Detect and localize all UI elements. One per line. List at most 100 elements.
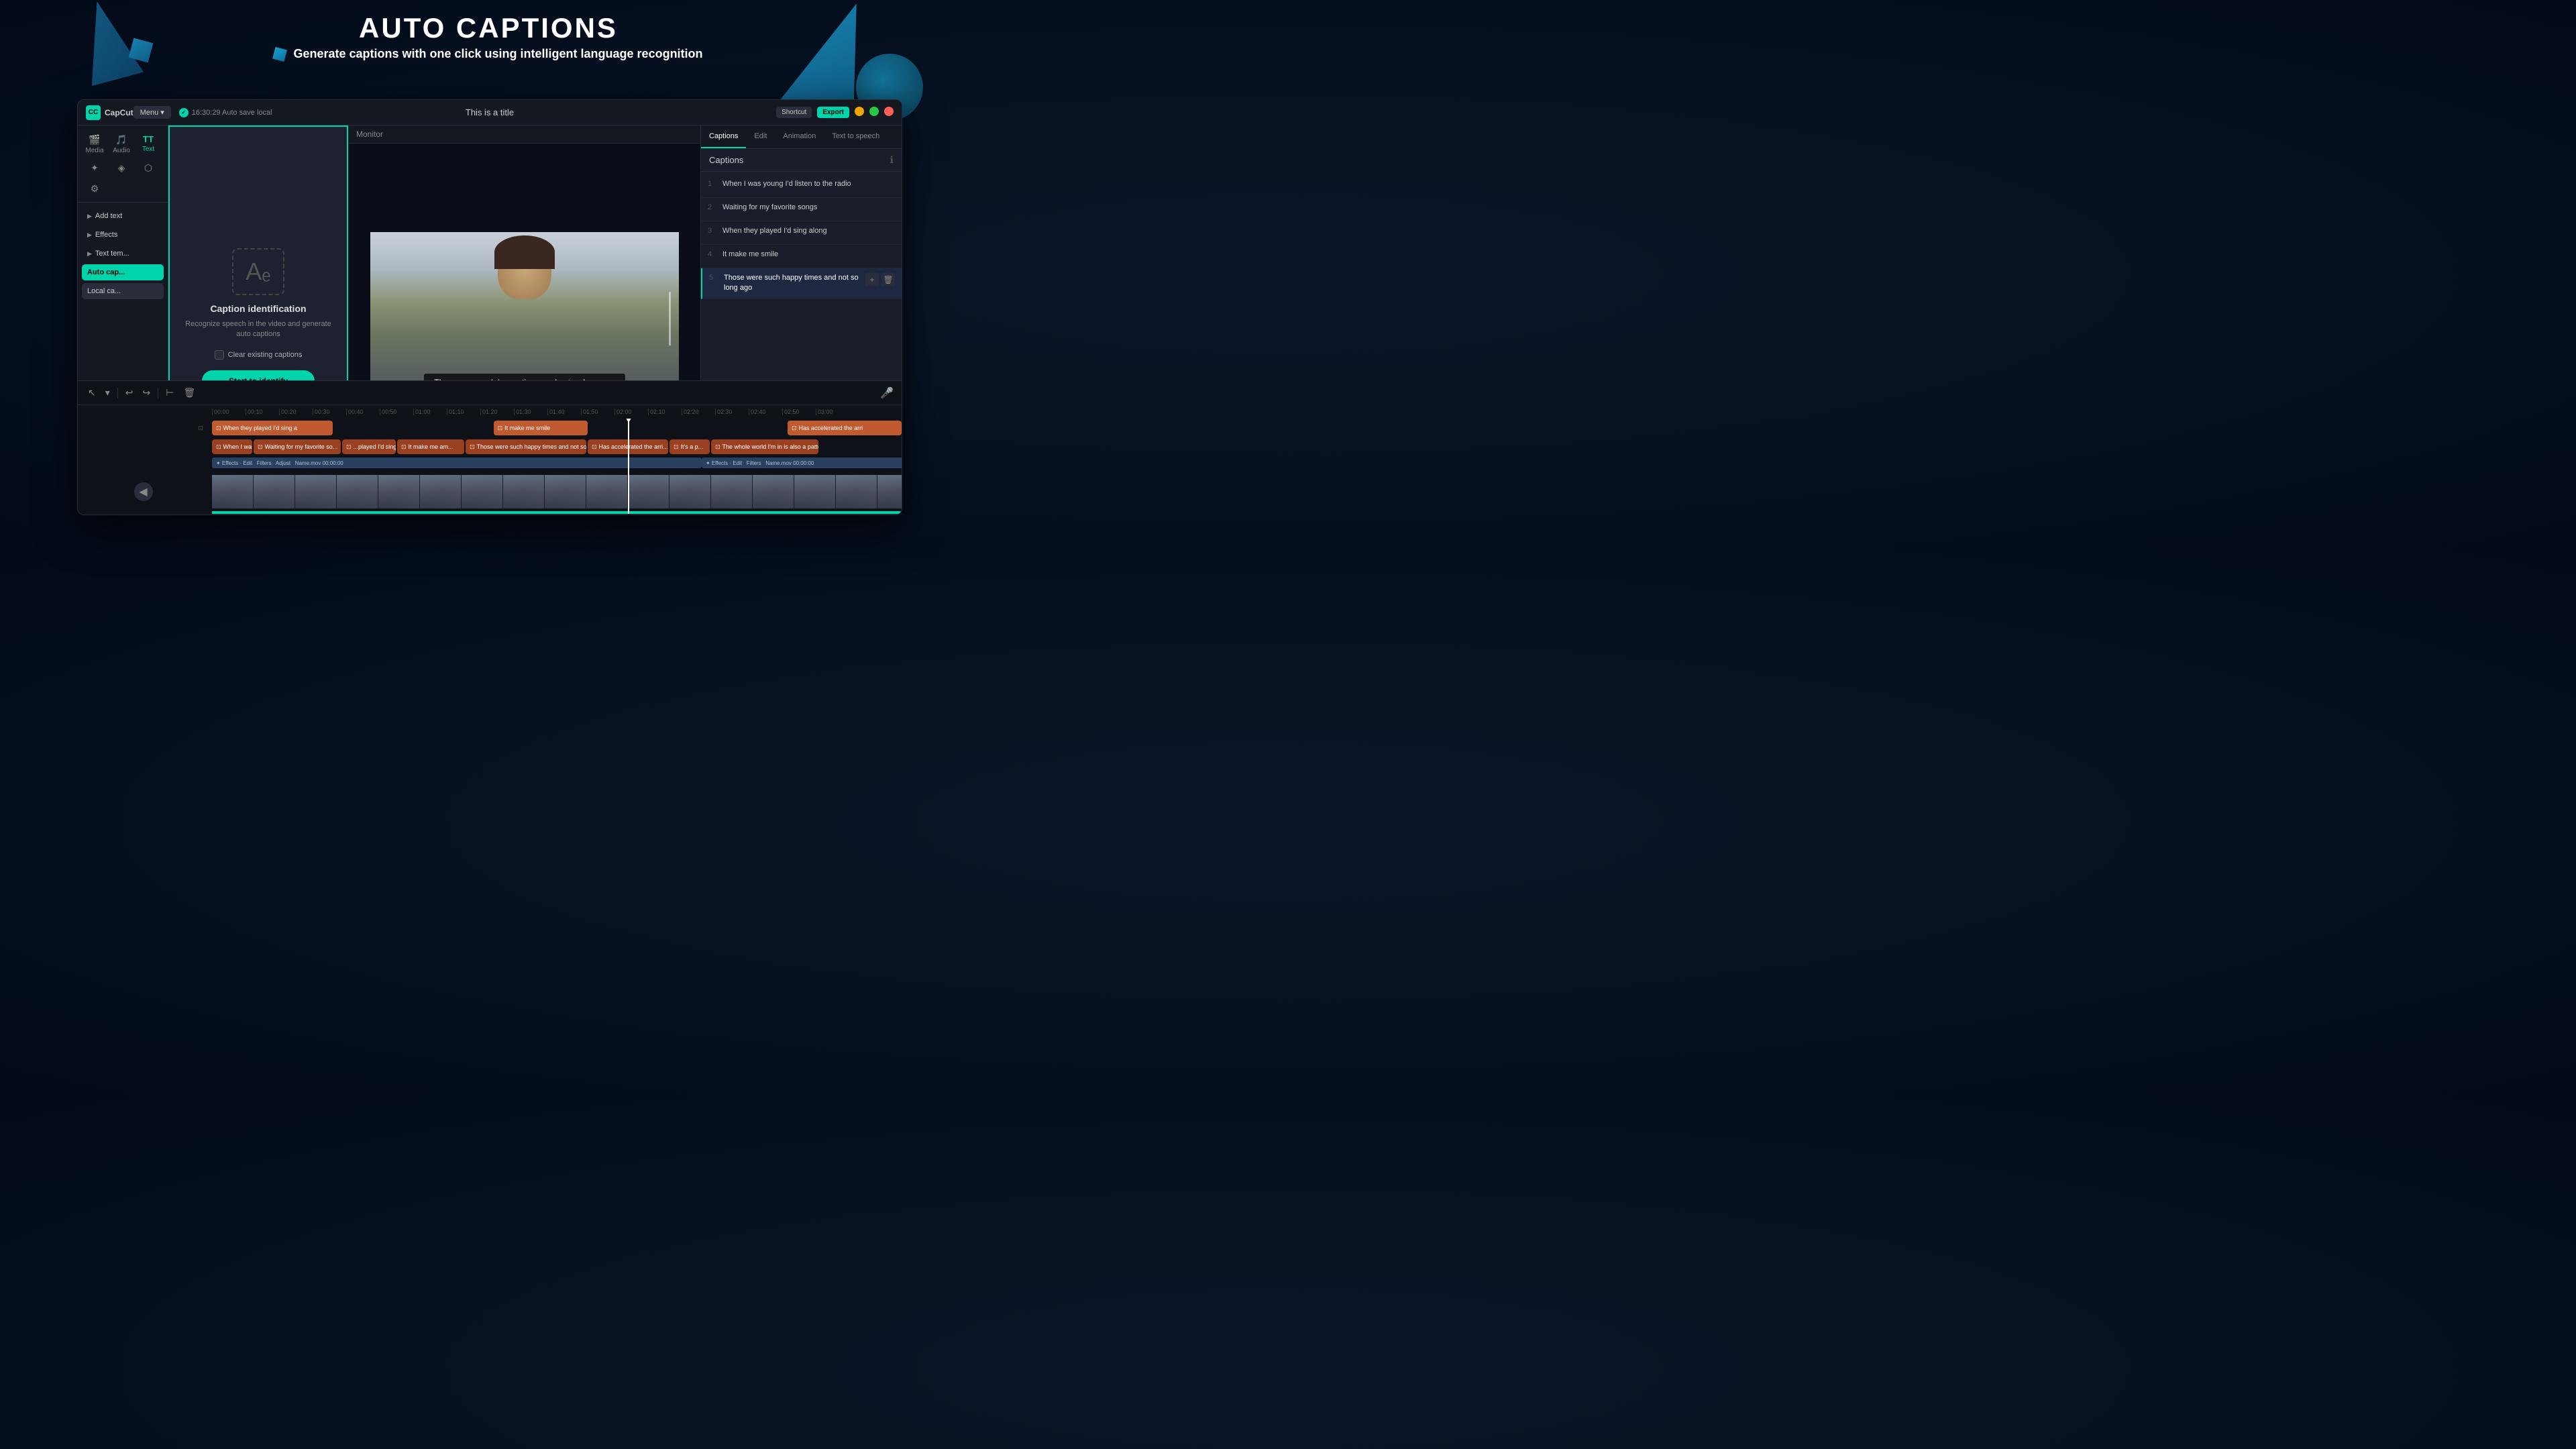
clip-icon-2-7: ⊡ <box>674 443 679 451</box>
caption-clip-2-2[interactable]: ⊡ Waiting for my favorite so... <box>254 439 341 454</box>
caption-delete-btn-4[interactable]: 🗑 <box>881 250 895 263</box>
panel-tab-tts[interactable]: Text to speech <box>824 125 888 148</box>
clip-icon-2-1: ⊡ <box>216 443 221 451</box>
sidebar-tab-transitions[interactable]: ◈ <box>109 159 134 178</box>
caption-delete-btn-3[interactable]: 🗑 <box>881 226 895 239</box>
sidebar-item-auto-captions[interactable]: Auto cap... <box>82 264 164 280</box>
app-window: CC CapCut Menu ▾ 16:30:29 Auto save loca… <box>77 99 902 515</box>
video-time-indicator <box>669 292 671 345</box>
sidebar-item-text-template[interactable]: ▶ Text tem... <box>82 246 164 262</box>
filters-icon: ⬡ <box>144 162 152 174</box>
caption-clip-2-3[interactable]: ⊡ ...played I'd sing <box>342 439 396 454</box>
panel-tab-animation[interactable]: Animation <box>775 125 824 148</box>
info-icon[interactable]: ℹ <box>890 154 894 166</box>
clip-icon-3: ⊡ <box>792 425 797 432</box>
vid-thumb-3 <box>295 475 337 508</box>
caption-add-btn-1[interactable]: + <box>865 179 879 193</box>
caption-clip-2-5[interactable]: ⊡ Those were such happy times and not so <box>466 439 586 454</box>
caption-clip-1-2[interactable]: ⊡ It make me smile <box>494 421 588 435</box>
clip-icon-2-4: ⊡ <box>401 443 407 451</box>
auto-cap-label: Auto cap... <box>87 268 125 276</box>
ruler-mark-7: 01:10 <box>447 409 480 415</box>
caption-clip-1-3[interactable]: ⊡ Has accelerated the arri <box>788 421 902 435</box>
clip-text-2-3: ...played I'd sing <box>354 443 396 450</box>
export-button[interactable]: Export <box>817 107 849 118</box>
playhead[interactable] <box>628 419 629 514</box>
cursor-tool[interactable]: ↖ <box>86 385 98 400</box>
caption-item-5[interactable]: 5 Those were such happy times and not so… <box>701 268 902 299</box>
vid-thumb-6 <box>420 475 462 508</box>
video-frame: Those were such happy times and not so l… <box>370 232 679 405</box>
ruler-mark-13: 02:10 <box>648 409 682 415</box>
ruler-mark-12: 02:00 <box>614 409 648 415</box>
caption-delete-btn-1[interactable]: 🗑 <box>881 179 895 193</box>
caption-clip-2-7[interactable]: ⊡ It's a p... <box>669 439 710 454</box>
caption-actions-5: + 🗑 <box>865 273 895 286</box>
timeline-toolbar: ↖ ▾ ↩ ↪ ⊢ 🗑 🎤 <box>78 381 902 405</box>
caption-clip-2-1[interactable]: ⊡ When I was ... <box>212 439 252 454</box>
delete-button[interactable]: 🗑 <box>181 385 197 400</box>
captions-list-header: Captions ℹ <box>701 149 902 172</box>
close-button[interactable] <box>884 107 894 116</box>
subtitle-text: Generate captions with one click using i… <box>293 47 702 60</box>
clear-captions-checkbox-row: Clear existing captions <box>215 350 303 360</box>
clip-icon-2-2: ⊡ <box>258 443 263 451</box>
sidebar-tab-settings[interactable]: ⚙ <box>82 180 107 199</box>
caption-num-1: 1 <box>708 179 717 188</box>
transitions-icon: ◈ <box>118 162 125 174</box>
vid-thumb-17 <box>877 475 902 508</box>
redo-button[interactable]: ↪ <box>141 385 153 400</box>
caption-delete-btn-2[interactable]: 🗑 <box>881 203 895 216</box>
effects-label: Effects <box>95 231 117 239</box>
clip-text-2-1: When I was ... <box>223 443 252 450</box>
menu-button[interactable]: Menu ▾ <box>133 106 171 119</box>
sidebar-tab-text[interactable]: TT Text <box>136 131 161 158</box>
ruler-mark-11: 01:50 <box>581 409 614 415</box>
caption-item-1[interactable]: 1 When I was young I'd listen to the rad… <box>701 174 902 198</box>
clear-captions-label: Clear existing captions <box>228 351 303 359</box>
sidebar-tab-media[interactable]: 🎬 Media <box>82 131 107 158</box>
ruler-mark-6: 01:00 <box>413 409 447 415</box>
panel-tab-edit[interactable]: Edit <box>746 125 775 148</box>
ruler-mark-15: 02:30 <box>715 409 749 415</box>
clip-icon-2: ⊡ <box>498 425 503 432</box>
sidebar-tab-effects[interactable]: ✦ <box>82 159 107 178</box>
sidebar-item-local-captions[interactable]: Local ca... <box>82 283 164 299</box>
ruler-mark-9: 01:30 <box>514 409 547 415</box>
undo-button[interactable]: ↩ <box>123 385 136 400</box>
sidebar-tab-audio[interactable]: 🎵 Audio <box>109 131 134 158</box>
clear-captions-checkbox[interactable] <box>215 350 224 360</box>
page-header: AUTO CAPTIONS Generate captions with one… <box>0 0 977 61</box>
title-bar: CC CapCut Menu ▾ 16:30:29 Auto save loca… <box>78 100 902 125</box>
split-button[interactable]: ⊢ <box>164 385 176 400</box>
audio-icon: 🎵 <box>115 134 127 146</box>
maximize-button[interactable] <box>869 107 879 116</box>
shortcut-button[interactable]: Shortcut <box>776 107 812 118</box>
track-audio-button[interactable]: ◀ <box>134 482 153 501</box>
cursor-chevron[interactable]: ▾ <box>103 385 112 400</box>
caption-add-btn-5[interactable]: + <box>865 273 879 286</box>
caption-item-4[interactable]: 4 It make me smile + 🗑 <box>701 245 902 268</box>
minimize-button[interactable] <box>855 107 864 116</box>
panel-tab-captions[interactable]: Captions <box>701 125 746 148</box>
caption-item-3[interactable]: 3 When they played I'd sing along + 🗑 <box>701 221 902 245</box>
sidebar-tab-filters[interactable]: ⬡ <box>136 159 161 178</box>
clip-icon-2-3: ⊡ <box>346 443 352 451</box>
vid-thumb-16 <box>836 475 877 508</box>
caption-add-btn-4[interactable]: + <box>865 250 879 263</box>
caption-num-3: 3 <box>708 226 717 235</box>
clip-text-2-8: The whole world I'm in is also a patte <box>722 443 818 450</box>
caption-add-btn-2[interactable]: + <box>865 203 879 216</box>
clip-icon-1: ⊡ <box>216 425 221 432</box>
timeline-mic-button[interactable]: 🎤 <box>880 386 894 400</box>
caption-clip-2-4[interactable]: ⊡ It make me am... <box>397 439 464 454</box>
caption-clip-1-1[interactable]: ⊡ When they played I'd sing a <box>212 421 333 435</box>
caption-clip-2-8[interactable]: ⊡ The whole world I'm in is also a patte <box>711 439 818 454</box>
media-icon: 🎬 <box>89 134 100 146</box>
caption-add-btn-3[interactable]: + <box>865 226 879 239</box>
caption-id-description: Recognize speech in the video and genera… <box>183 319 333 340</box>
caption-item-2[interactable]: 2 Waiting for my favorite songs + 🗑 <box>701 198 902 221</box>
sidebar-item-add-text[interactable]: ▶ Add text <box>82 208 164 224</box>
caption-delete-btn-5[interactable]: 🗑 <box>881 273 895 286</box>
sidebar-item-effects[interactable]: ▶ Effects <box>82 227 164 243</box>
